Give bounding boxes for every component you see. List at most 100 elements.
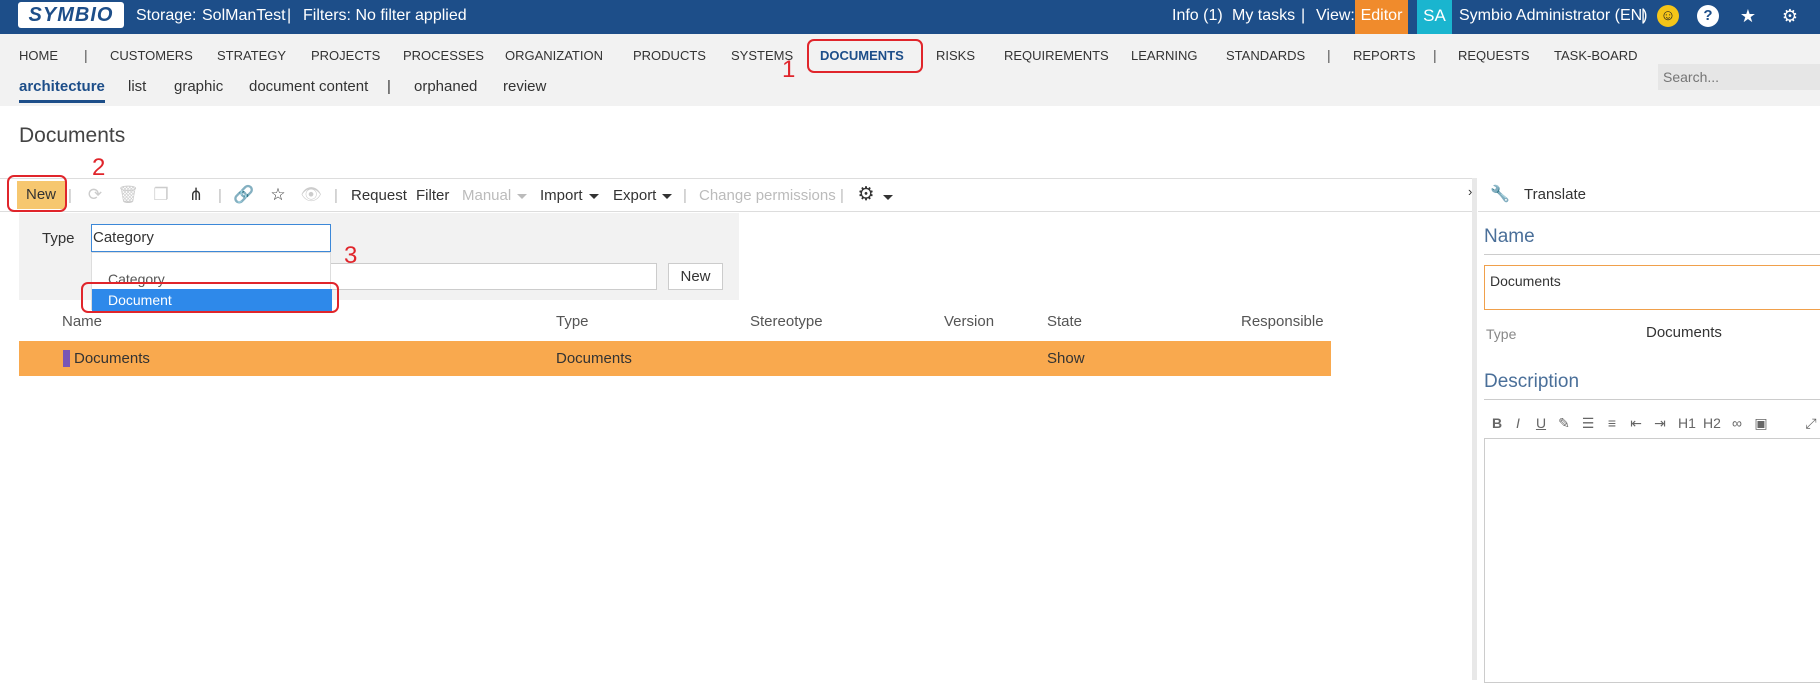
- type-select[interactable]: Category: [91, 224, 331, 252]
- nav-item-products[interactable]: PRODUCTS: [633, 48, 706, 63]
- indent-icon[interactable]: ⇥: [1649, 415, 1671, 432]
- nav-item-strategy[interactable]: STRATEGY: [217, 48, 286, 63]
- numbered-list-icon[interactable]: ≡: [1601, 415, 1623, 431]
- toolbar-separator: |: [68, 187, 72, 204]
- symbio-logo[interactable]: SYMBIO: [18, 2, 124, 28]
- gear-icon[interactable]: ⚙: [1779, 5, 1801, 27]
- page-title: Documents: [19, 124, 126, 147]
- request-button[interactable]: Request: [351, 187, 407, 204]
- nav-item-requests[interactable]: REQUESTS: [1458, 48, 1530, 63]
- clear-format-icon[interactable]: ✎: [1553, 415, 1575, 432]
- fullscreen-icon[interactable]: ⤢: [1800, 415, 1820, 432]
- name-field[interactable]: Documents: [1484, 265, 1820, 310]
- outdent-icon[interactable]: ⇤: [1625, 415, 1647, 432]
- column-header-stereotype[interactable]: Stereotype: [750, 313, 823, 330]
- column-header-name[interactable]: Name: [62, 313, 102, 330]
- export-dropdown[interactable]: Export: [613, 187, 673, 204]
- name-input[interactable]: [330, 263, 657, 290]
- view-editor-badge[interactable]: Editor: [1355, 0, 1408, 34]
- collapse-chevron-icon[interactable]: ›: [1468, 184, 1472, 199]
- filters-status[interactable]: Filters: No filter applied: [303, 7, 467, 25]
- create-new-button[interactable]: New: [668, 263, 723, 290]
- filter-button[interactable]: Filter: [416, 187, 449, 204]
- my-tasks-link[interactable]: My tasks: [1232, 7, 1295, 25]
- subnav-item-list[interactable]: list: [128, 78, 146, 95]
- nav-item-processes[interactable]: PROCESSES: [403, 48, 484, 63]
- info-link[interactable]: Info (1): [1172, 7, 1223, 25]
- subnav-item-document-content[interactable]: document content: [249, 78, 368, 95]
- cell-name[interactable]: Documents: [74, 350, 150, 367]
- subnav-item-review[interactable]: review: [503, 78, 546, 95]
- cell-type: Documents: [556, 350, 632, 367]
- nav-item-projects[interactable]: PROJECTS: [311, 48, 380, 63]
- settings-gear-icon[interactable]: ⚙: [855, 184, 877, 206]
- nav-item-standards[interactable]: STANDARDS: [1226, 48, 1305, 63]
- wrench-icon: 🔧: [1490, 186, 1510, 203]
- hierarchy-icon[interactable]: ⋔: [185, 184, 207, 206]
- column-header-state[interactable]: State: [1047, 313, 1082, 330]
- nav-item-customers[interactable]: CUSTOMERS: [110, 48, 193, 63]
- chevron-down-icon: [588, 193, 599, 199]
- subnav-item-architecture[interactable]: architecture: [19, 78, 105, 103]
- chevron-down-icon: [517, 193, 528, 199]
- nav-item-requirements[interactable]: REQUIREMENTS: [1004, 48, 1109, 63]
- nav-separator: |: [1327, 47, 1331, 63]
- avatar[interactable]: SA: [1417, 0, 1452, 34]
- column-header-version[interactable]: Version: [944, 313, 994, 330]
- storage-value[interactable]: SolManTest: [202, 7, 286, 25]
- description-editor[interactable]: [1484, 438, 1820, 683]
- document-type-marker: [63, 350, 70, 367]
- nav-item-organization[interactable]: ORGANIZATION: [505, 48, 603, 63]
- divider: [1478, 211, 1820, 212]
- nav-item-home[interactable]: HOME: [19, 48, 58, 63]
- topbar-separator: |: [1301, 7, 1306, 24]
- favorite-add-icon[interactable]: ☆: [267, 184, 289, 206]
- heading-1-button[interactable]: H1: [1676, 415, 1698, 431]
- copy-icon[interactable]: ❐: [150, 184, 172, 206]
- chevron-down-icon: [662, 193, 673, 199]
- smiley-icon[interactable]: ☺: [1657, 5, 1679, 27]
- nav-item-task-board[interactable]: TASK-BOARD: [1554, 48, 1638, 63]
- panel-splitter[interactable]: [1472, 178, 1477, 680]
- link-icon[interactable]: 🔗: [233, 184, 255, 206]
- nav-item-risks[interactable]: RISKS: [936, 48, 975, 63]
- nav-separator: |: [1433, 47, 1437, 63]
- toolbar-separator: |: [840, 187, 844, 204]
- manual-dropdown[interactable]: Manual: [462, 187, 528, 204]
- type-label: Type: [42, 230, 75, 247]
- translate-button[interactable]: Translate: [1524, 186, 1586, 203]
- subnav-separator: |: [387, 78, 391, 95]
- search-input[interactable]: [1658, 64, 1820, 90]
- nav-item-learning[interactable]: LEARNING: [1131, 48, 1197, 63]
- topbar-separator: |: [1641, 7, 1646, 24]
- import-dropdown[interactable]: Import: [540, 187, 599, 204]
- column-header-responsible[interactable]: Responsible: [1241, 313, 1324, 330]
- watch-icon[interactable]: 👁: [300, 184, 322, 206]
- refresh-icon[interactable]: ⟳: [84, 184, 106, 206]
- image-icon[interactable]: ▣: [1750, 415, 1772, 432]
- star-icon[interactable]: ★: [1737, 5, 1759, 27]
- nav-separator: |: [84, 47, 88, 63]
- help-icon[interactable]: ?: [1697, 5, 1719, 27]
- chevron-down-icon[interactable]: [883, 195, 893, 200]
- toolbar: New | ⟳ 🗑 ❐ ⋔ | 🔗 ☆ 👁 | Request Filter M…: [0, 178, 1472, 212]
- delete-icon[interactable]: 🗑: [117, 184, 139, 206]
- annotation-box-new: [7, 175, 67, 212]
- toolbar-separator: |: [218, 187, 222, 204]
- link-icon[interactable]: ∞: [1726, 415, 1748, 431]
- annotation-number-1: 1: [782, 56, 796, 83]
- table-row[interactable]: [19, 341, 1331, 376]
- manual-label: Manual: [462, 187, 512, 204]
- bullet-list-icon[interactable]: ☰: [1577, 415, 1599, 432]
- nav-item-reports[interactable]: REPORTS: [1353, 48, 1416, 63]
- heading-2-button[interactable]: H2: [1701, 415, 1723, 431]
- italic-button[interactable]: I: [1507, 415, 1529, 431]
- subnav-item-graphic[interactable]: graphic: [174, 78, 223, 95]
- change-permissions-button[interactable]: Change permissions: [699, 187, 836, 204]
- column-header-type[interactable]: Type: [556, 313, 589, 330]
- bold-button[interactable]: B: [1486, 415, 1508, 431]
- subnav-item-orphaned[interactable]: orphaned: [414, 78, 477, 95]
- user-name[interactable]: Symbio Administrator (EN): [1459, 7, 1648, 25]
- underline-button[interactable]: U: [1530, 415, 1552, 431]
- import-label: Import: [540, 187, 583, 204]
